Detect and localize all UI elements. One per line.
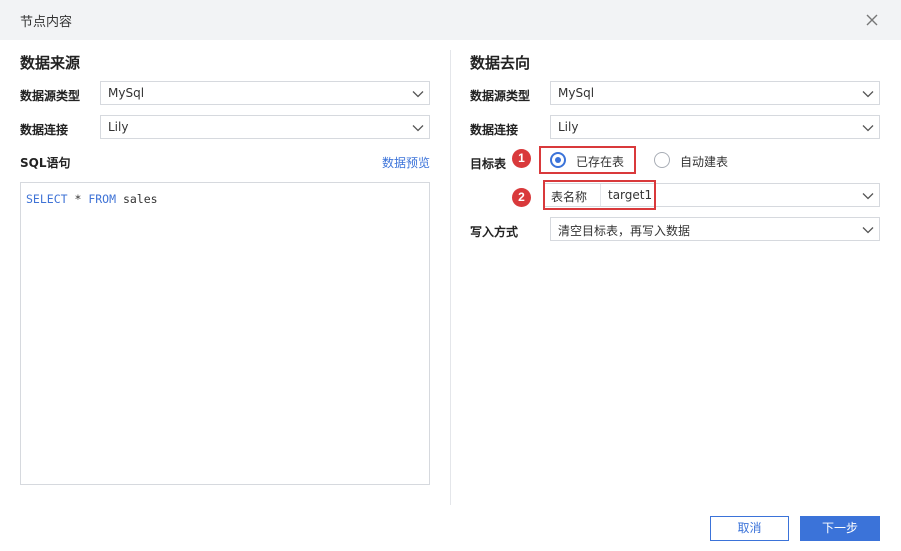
annotation-highlight-2 (543, 180, 656, 210)
radio-auto-label: 自动建表 (680, 155, 729, 169)
annotation-badge-2: 2 (512, 188, 531, 207)
chevron-down-icon (412, 125, 424, 132)
target-type-label: 数据源类型 (470, 89, 531, 103)
next-button[interactable]: 下一步 (800, 516, 880, 541)
target-type-select[interactable]: MySql (550, 81, 880, 105)
annotation-badge-1: 1 (512, 149, 531, 168)
sql-keyword: FROM (88, 192, 117, 206)
target-section-title: 数据去向 (470, 54, 531, 72)
source-conn-select[interactable]: Lily (100, 115, 430, 139)
dialog-title: 节点内容 (20, 15, 73, 30)
target-type-value: MySql (558, 86, 595, 100)
data-preview-link[interactable]: 数据预览 (382, 154, 430, 171)
sql-keyword: SELECT (26, 192, 68, 206)
chevron-down-icon (862, 125, 874, 132)
column-divider (450, 50, 451, 505)
write-mode-label: 写入方式 (470, 225, 519, 239)
close-icon[interactable] (862, 10, 882, 30)
source-conn-value: Lily (108, 120, 129, 134)
dialog-header: 节点内容 (0, 0, 901, 40)
chevron-down-icon (862, 91, 874, 98)
write-mode-value: 清空目标表，再写入数据 (558, 224, 691, 238)
cancel-button[interactable]: 取消 (710, 516, 789, 541)
chevron-down-icon (862, 227, 874, 234)
sql-text: sales (116, 192, 158, 206)
source-type-value: MySql (108, 86, 145, 100)
sql-code: SELECT * FROM sales (26, 192, 158, 206)
target-conn-label: 数据连接 (470, 123, 519, 137)
target-conn-value: Lily (558, 120, 579, 134)
radio-existing-label: 已存在表 (576, 155, 625, 169)
target-table-label: 目标表 (470, 157, 507, 171)
source-section-title: 数据来源 (20, 54, 81, 72)
source-conn-label: 数据连接 (20, 123, 69, 137)
source-type-label: 数据源类型 (20, 89, 81, 103)
chevron-down-icon (862, 193, 874, 200)
target-conn-select[interactable]: Lily (550, 115, 880, 139)
sql-editor[interactable]: SELECT * FROM sales (20, 182, 430, 485)
sql-label: SQL语句 (20, 156, 71, 170)
radio-auto-create[interactable] (654, 152, 670, 168)
chevron-down-icon (412, 91, 424, 98)
radio-existing-table[interactable] (550, 152, 566, 168)
write-mode-select[interactable]: 清空目标表，再写入数据 (550, 217, 880, 241)
source-type-select[interactable]: MySql (100, 81, 430, 105)
sql-text: * (67, 192, 89, 206)
